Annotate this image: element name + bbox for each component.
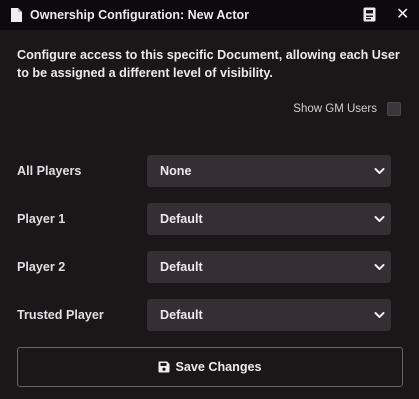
permission-select-value: Default [160,212,203,226]
window-title: Ownership Configuration: New Actor [30,8,249,22]
permission-label: All Players [17,164,82,178]
permission-label: Player 1 [17,212,66,226]
close-icon[interactable]: ✕ [396,7,409,23]
permission-select[interactable]: None [147,155,391,187]
ownership-config-window: Ownership Configuration: New Actor ✕ Con… [0,0,419,399]
permission-row-player-2: Player 2 Default [17,251,391,283]
permission-select[interactable]: Default [147,251,391,283]
permission-label: Trusted Player [17,308,104,322]
intro-text: Configure access to this specific Docume… [17,48,400,80]
permission-row-all-players: All Players None [17,155,391,187]
chevron-down-icon [374,312,385,318]
permission-row-player-1: Player 1 Default [17,203,391,235]
save-icon [158,361,170,373]
show-gm-users-toggle[interactable]: Show GM Users [293,102,401,116]
save-changes-button[interactable]: Save Changes [17,347,403,387]
permission-label: Player 2 [17,260,66,274]
chevron-down-icon [374,216,385,222]
title-bar[interactable]: Ownership Configuration: New Actor [0,0,419,30]
permission-select-value: Default [160,308,203,322]
permission-row-trusted-player: Trusted Player Default [17,299,391,331]
save-changes-label: Save Changes [175,360,262,374]
show-gm-users-label: Show GM Users [293,103,377,115]
file-icon [11,7,22,22]
chevron-down-icon [374,264,385,270]
show-gm-users-checkbox[interactable] [387,102,401,116]
permission-select-value: Default [160,260,203,274]
permission-select-value: None [160,164,192,178]
permission-select[interactable]: Default [147,299,391,331]
sheet-icon[interactable] [363,7,376,22]
permission-select[interactable]: Default [147,203,391,235]
chevron-down-icon [374,168,385,174]
